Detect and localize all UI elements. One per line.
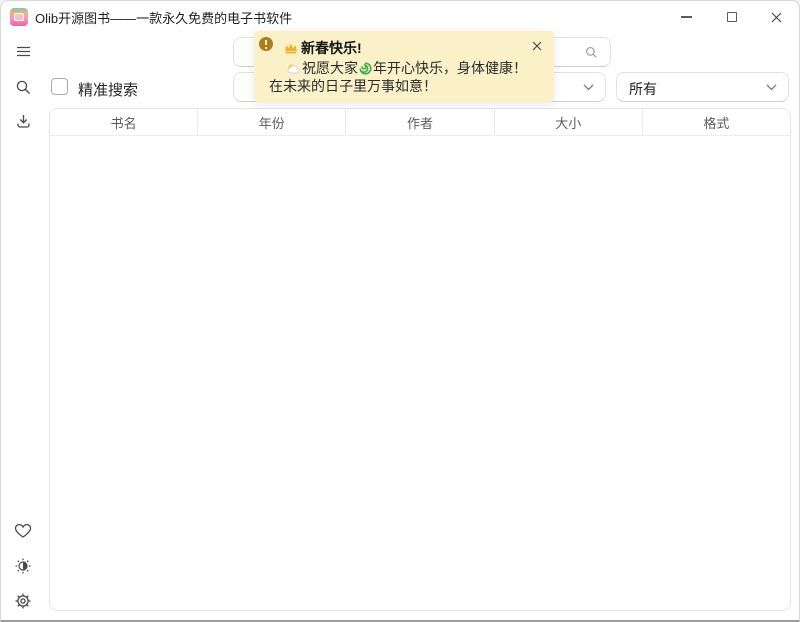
column-header-year[interactable]: 年份 (198, 109, 346, 135)
close-icon (532, 41, 542, 51)
search-icon (15, 79, 32, 96)
book-glyph (14, 13, 24, 21)
sidebar-search-button[interactable] (11, 75, 35, 99)
toast-message-line2: 在未来的日子里万事如意！ (269, 76, 437, 96)
chevron-down-icon (766, 84, 777, 91)
menu-button[interactable] (11, 39, 35, 63)
heart-icon (14, 523, 32, 539)
table-header-row: 书名 年份 作者 大小 格式 (50, 109, 790, 136)
window-title: Olib开源图书——一款永久免费的电子书软件 (35, 8, 292, 27)
column-header-title[interactable]: 书名 (50, 109, 198, 135)
snake-icon (359, 62, 372, 75)
toast-title: 新春快乐! (301, 38, 362, 58)
new-year-toast: 新春快乐! 祝愿大家 年开心快乐，身体健康！ 在未来的日子里万事如意！ (254, 31, 554, 102)
theme-icon (14, 557, 32, 575)
app-window: Olib开源图书——一款永久免费的电子书软件 (0, 0, 800, 622)
book-table: 书名 年份 作者 大小 格式 (49, 108, 791, 611)
column-header-size[interactable]: 大小 (495, 109, 643, 135)
search-input-icon (585, 46, 598, 59)
titlebar: Olib开源图书——一款永久免费的电子书软件 (1, 1, 799, 33)
close-icon (771, 12, 782, 23)
column-header-format[interactable]: 格式 (643, 109, 790, 135)
download-icon (15, 113, 32, 130)
alert-icon (259, 37, 273, 51)
toast-text-suffix: 年开心快乐，身体健康！ (373, 58, 527, 78)
favorites-button[interactable] (11, 519, 35, 543)
minimize-button[interactable] (664, 1, 709, 33)
column-header-author[interactable]: 作者 (346, 109, 494, 135)
gear-icon (14, 592, 32, 610)
format-select[interactable]: 所有 (616, 72, 789, 102)
close-button[interactable] (754, 1, 799, 33)
chevron-down-icon (583, 84, 594, 91)
maximize-button[interactable] (709, 1, 754, 33)
menu-icon (15, 43, 32, 60)
app-logo-icon (10, 8, 28, 26)
cloud-icon (287, 63, 301, 74)
settings-button[interactable] (11, 589, 35, 613)
download-button[interactable] (11, 109, 35, 133)
toast-close-button[interactable] (530, 39, 544, 53)
toast-message-line1: 祝愿大家 年开心快乐，身体健康！ (287, 58, 528, 78)
minimize-icon (681, 16, 692, 17)
toast-text-prefix: 祝愿大家 (302, 58, 358, 78)
format-select-value: 所有 (629, 79, 657, 99)
precise-search-checkbox[interactable] (51, 78, 68, 95)
crown-icon (284, 42, 298, 54)
precise-search-label: 精准搜索 (78, 79, 138, 100)
window-controls (664, 1, 799, 33)
theme-toggle-button[interactable] (11, 554, 35, 578)
maximize-icon (727, 12, 737, 22)
